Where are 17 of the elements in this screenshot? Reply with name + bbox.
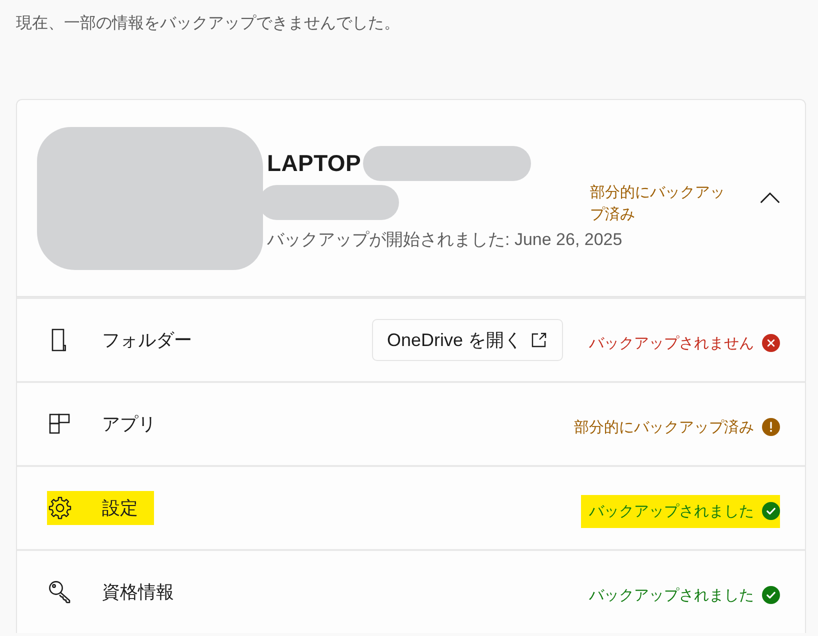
backup-start-text: バックアップが開始されました: June 26, 2025: [267, 229, 622, 251]
status-text: バックアップされました: [589, 502, 754, 520]
category-label: 設定: [102, 497, 138, 520]
intro-text: 現在、一部の情報をバックアップできませんでした。: [16, 14, 401, 34]
device-name: LAPTOP: [267, 150, 362, 176]
external-link-icon: [530, 331, 548, 349]
category-label: フォルダー: [102, 329, 192, 352]
apps-grid-icon: [48, 412, 72, 436]
backup-status-text: 部分的にバックアップ済み: [590, 183, 726, 225]
key-icon: [48, 580, 72, 604]
status-text: 部分的にバックアップ済み: [574, 418, 754, 436]
open-onedrive-button[interactable]: OneDrive を開く: [372, 319, 563, 361]
category-label: 資格情報: [102, 581, 174, 604]
status-text: バックアップされません: [589, 334, 754, 352]
category-label: アプリ: [102, 413, 156, 436]
settings-icon: [48, 496, 72, 520]
status-text: バックアップされました: [589, 586, 754, 604]
